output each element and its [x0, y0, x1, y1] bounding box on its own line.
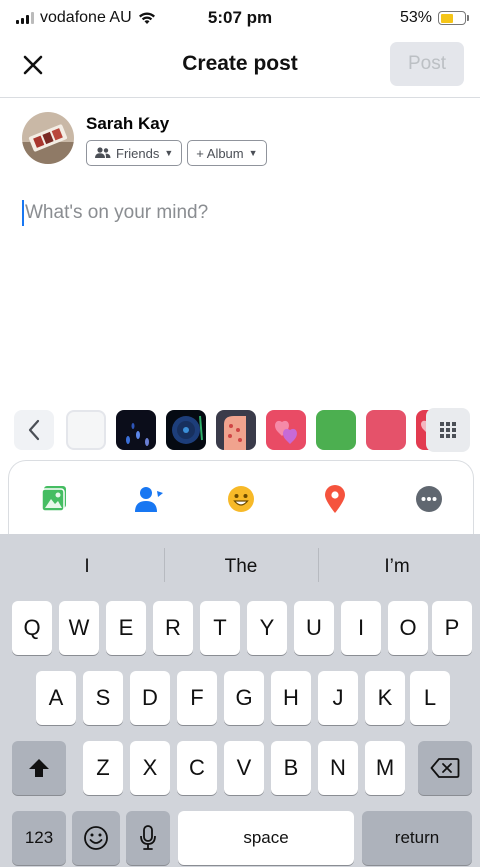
key-z[interactable]: Z: [83, 741, 123, 795]
caret-down-icon: ▼: [248, 148, 258, 158]
photo-icon: [41, 486, 66, 512]
emoji-key[interactable]: [72, 811, 120, 865]
key-n[interactable]: N: [318, 741, 358, 795]
key-x[interactable]: X: [130, 741, 170, 795]
background-swatch-raindrops[interactable]: [116, 410, 156, 450]
suggestion-2[interactable]: The: [166, 556, 316, 578]
backspace-key[interactable]: [418, 741, 472, 795]
background-strip: [0, 406, 480, 456]
post-button[interactable]: Post: [390, 42, 464, 86]
face-background: [216, 410, 256, 450]
avatar-photo: [22, 112, 74, 164]
post-placeholder: What's on your mind?: [25, 202, 209, 223]
key-m[interactable]: M: [365, 741, 405, 795]
key-y[interactable]: Y: [247, 601, 287, 655]
key-v[interactable]: V: [224, 741, 264, 795]
key-w[interactable]: W: [59, 601, 99, 655]
feeling-button[interactable]: [223, 481, 259, 517]
key-f[interactable]: F: [177, 671, 217, 725]
key-l[interactable]: L: [410, 671, 450, 725]
friends-icon: [95, 147, 111, 158]
background-swatch-plain[interactable]: [66, 410, 106, 450]
more-icon: [416, 486, 442, 512]
key-d[interactable]: D: [130, 671, 170, 725]
keyboard: I The I’m Q W E R T Y U I O P A S D F G …: [0, 534, 480, 867]
more-button[interactable]: [411, 481, 447, 517]
post-text-input[interactable]: What's on your mind?: [22, 200, 208, 226]
author-name: Sarah Kay: [86, 114, 170, 133]
background-swatch-face[interactable]: [216, 410, 256, 450]
nav-bar: Create post Post: [0, 36, 480, 98]
strip-back-button[interactable]: [14, 410, 54, 450]
battery-percent: 53%: [399, 9, 432, 26]
key-t[interactable]: T: [200, 601, 240, 655]
key-e[interactable]: E: [106, 601, 146, 655]
key-b[interactable]: B: [271, 741, 311, 795]
key-j[interactable]: J: [318, 671, 358, 725]
background-swatch-pink[interactable]: [366, 410, 406, 450]
author-section: Sarah Kay Friends ▼ + Album ▼: [22, 112, 267, 166]
author-info: Sarah Kay Friends ▼ + Album ▼: [86, 112, 267, 166]
backspace-icon: [430, 758, 460, 778]
more-backgrounds-button[interactable]: [426, 408, 470, 452]
caret-down-icon: ▼: [164, 148, 174, 158]
dictation-key[interactable]: [126, 811, 170, 865]
status-right: 53%: [399, 9, 469, 27]
audience-label: Friends: [116, 145, 160, 161]
key-a[interactable]: A: [36, 671, 76, 725]
battery-fill: [440, 13, 453, 23]
numbers-key[interactable]: 123: [12, 811, 66, 865]
key-c[interactable]: C: [177, 741, 217, 795]
background-swatch-hearts[interactable]: [266, 410, 306, 450]
space-key[interactable]: space: [178, 811, 354, 865]
location-icon: [325, 485, 345, 513]
key-q[interactable]: Q: [12, 601, 52, 655]
location-button[interactable]: [317, 481, 353, 517]
disc-background: [166, 410, 206, 450]
microphone-icon: [140, 825, 156, 850]
avatar[interactable]: [22, 112, 74, 164]
suggestion-1[interactable]: I: [12, 556, 162, 578]
feeling-icon: [228, 486, 254, 512]
grid-icon: [440, 422, 456, 438]
status-bar: vodafone AU 5:07 pm 53%: [0, 0, 480, 36]
key-i[interactable]: I: [341, 601, 381, 655]
audience-pills: Friends ▼ + Album ▼: [86, 140, 267, 166]
suggestion-3[interactable]: I’m: [322, 556, 472, 578]
album-label: + Album: [196, 145, 244, 161]
hearts-background: [266, 410, 306, 450]
shift-key[interactable]: [12, 741, 66, 795]
key-u[interactable]: U: [294, 601, 334, 655]
return-key[interactable]: return: [362, 811, 472, 865]
key-s[interactable]: S: [83, 671, 123, 725]
chevron-left-icon: [28, 419, 40, 441]
raindrops-background: [116, 410, 156, 450]
battery-icon: [438, 11, 469, 25]
suggestion-divider: [318, 548, 319, 582]
album-selector[interactable]: + Album ▼: [187, 140, 267, 166]
background-swatch-disc[interactable]: [166, 410, 206, 450]
key-h[interactable]: H: [271, 671, 311, 725]
key-o[interactable]: O: [388, 601, 428, 655]
shift-icon: [29, 759, 49, 777]
suggestion-bar: I The I’m: [0, 534, 480, 598]
emoji-icon: [84, 826, 108, 850]
background-swatch-green[interactable]: [316, 410, 356, 450]
tag-people-icon: [135, 487, 163, 512]
photo-button[interactable]: [37, 481, 73, 517]
key-r[interactable]: R: [153, 601, 193, 655]
post-tools-tray: [8, 460, 474, 534]
text-cursor: [22, 200, 24, 226]
key-p[interactable]: P: [432, 601, 472, 655]
key-g[interactable]: G: [224, 671, 264, 725]
key-k[interactable]: K: [365, 671, 405, 725]
audience-selector[interactable]: Friends ▼: [86, 140, 183, 166]
tag-people-button[interactable]: [131, 481, 167, 517]
suggestion-divider: [164, 548, 165, 582]
